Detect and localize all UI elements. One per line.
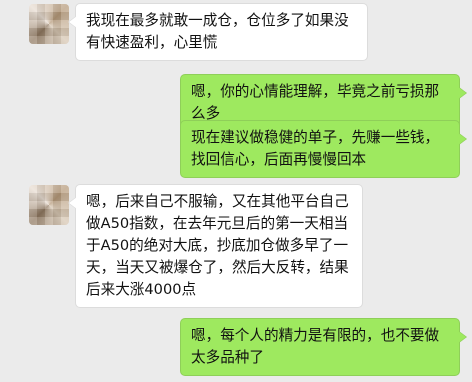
avatar-mosaic: [29, 185, 69, 225]
message-bubble-sent[interactable]: 嗯，每个人的精力是有限的，也不要做太多品种了: [180, 318, 467, 376]
contact-avatar[interactable]: [29, 4, 69, 44]
message-bubble-received[interactable]: 嗯，后来自己不服输，又在其他平台自己做A50指数，在去年元旦后的第一天相当于A5…: [68, 184, 363, 308]
contact-avatar[interactable]: [29, 185, 69, 225]
message-bubble-sent[interactable]: 现在建议做稳健的单子，先赚一些钱，找回信心，后面再慢慢回本: [180, 120, 467, 178]
avatar-mosaic: [29, 4, 69, 44]
message-bubble-received[interactable]: 我现在最多就敢一成仓，仓位多了如果没有快速盈利，心里慌: [68, 3, 368, 61]
